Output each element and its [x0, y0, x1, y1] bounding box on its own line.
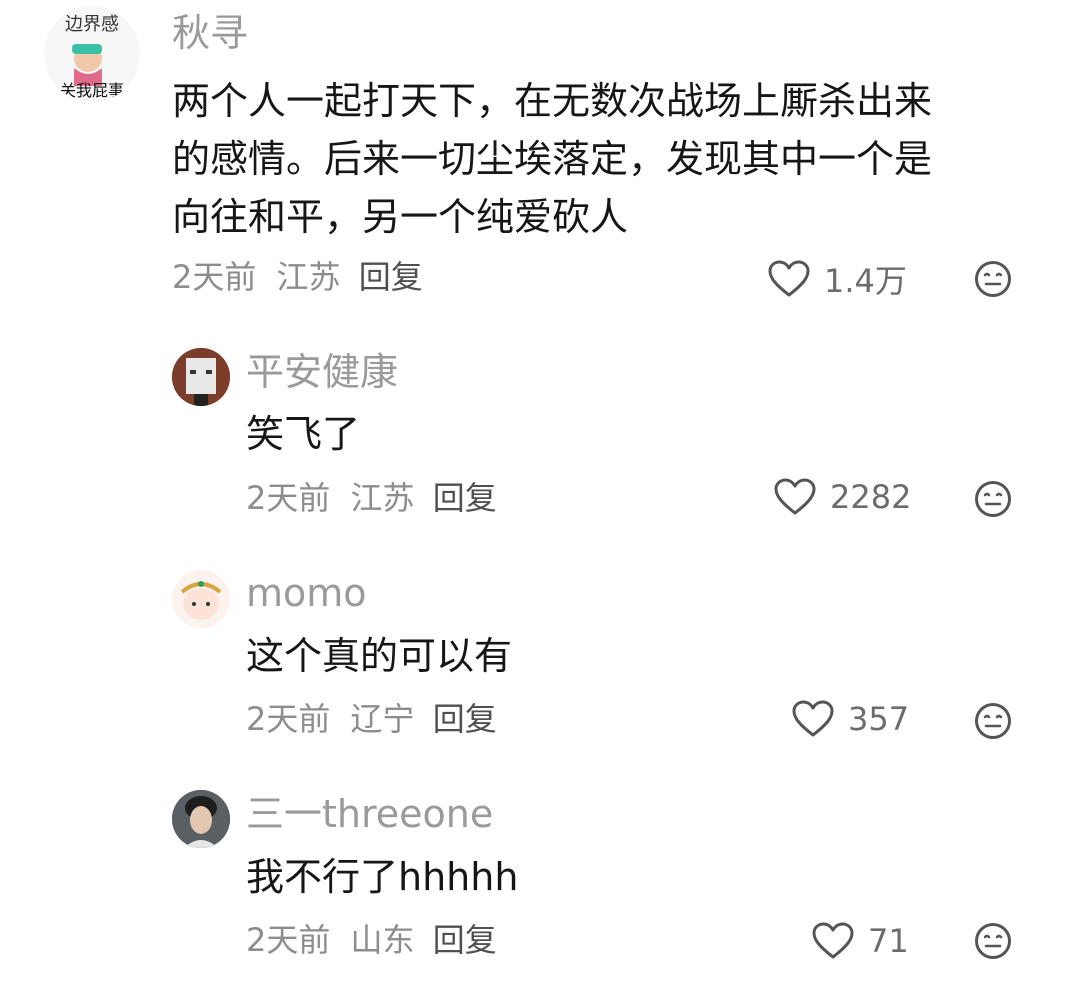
like-count: 1.4万: [824, 262, 907, 300]
avatar-text-top: 边界感: [65, 14, 119, 35]
like-button[interactable]: 1.4万: [768, 256, 907, 302]
comment-location: 辽宁: [350, 700, 415, 738]
like-count: 2282: [830, 478, 912, 516]
comment-text: 两个人一起打天下，在无数次战场上厮杀出来 的感情。后来一切尘埃落定，发现其中一个…: [172, 72, 932, 246]
avatar[interactable]: 边界感 关我屁事: [44, 6, 140, 102]
comment-line: 两个人一起打天下，在无数次战场上厮杀出来: [172, 79, 933, 123]
avatar[interactable]: [172, 348, 230, 406]
like-button[interactable]: 357: [792, 700, 909, 738]
avatar-image: [172, 348, 230, 406]
neutral-face-icon: [975, 923, 1011, 959]
comment-meta: 2天前 江苏 回复: [246, 478, 497, 518]
avatar-image: [172, 570, 230, 628]
like-count: 357: [848, 700, 910, 738]
dislike-button[interactable]: [974, 922, 1012, 964]
comment-time: 2天前: [246, 700, 331, 738]
comment-meta: 2天前 山东 回复: [246, 920, 497, 960]
username[interactable]: momo: [246, 570, 367, 616]
comment-meta: 2天前 江苏 回复: [172, 257, 423, 297]
reply-button[interactable]: 回复: [433, 921, 497, 959]
comment-line: 向往和平，另一个纯爱砍人: [172, 195, 629, 239]
neutral-face-icon: [975, 261, 1011, 297]
avatar[interactable]: [172, 570, 230, 628]
username[interactable]: 三一threeone: [246, 791, 493, 837]
avatar-text-bottom: 关我屁事: [60, 81, 124, 100]
dislike-button[interactable]: [974, 480, 1012, 522]
comment-time: 2天前: [246, 479, 331, 517]
comment-text: 笑飞了: [246, 412, 361, 456]
like-button[interactable]: 2282: [774, 478, 911, 516]
heart-outline-icon: [774, 478, 816, 515]
comment-time: 2天前: [246, 921, 331, 959]
comment-location: 江苏: [276, 258, 341, 296]
reply-item: 平安健康 笑飞了 2天前 江苏 回复 2282: [0, 340, 1079, 540]
heart-outline-icon: [812, 922, 854, 959]
reply-item: 三一threeone 我不行了hhhhh 2天前 山东 回复 71: [0, 784, 1079, 984]
avatar-image: 边界感 关我屁事: [44, 6, 140, 102]
dislike-button[interactable]: [974, 260, 1012, 302]
neutral-face-icon: [975, 703, 1011, 739]
comment-location: 山东: [350, 921, 415, 959]
comment-line: 的感情。后来一切尘埃落定，发现其中一个是: [172, 137, 933, 181]
dislike-button[interactable]: [974, 702, 1012, 744]
avatar[interactable]: [172, 790, 230, 848]
username[interactable]: 秋寻: [172, 10, 248, 56]
username[interactable]: 平安健康: [246, 349, 398, 395]
avatar-image: [172, 790, 230, 848]
comment-time: 2天前: [172, 258, 257, 296]
reply-button[interactable]: 回复: [359, 258, 423, 296]
reply-item: momo 这个真的可以有 2天前 辽宁 回复 357: [0, 562, 1079, 762]
heart-outline-icon: [792, 700, 834, 737]
comment-location: 江苏: [350, 479, 415, 517]
neutral-face-icon: [975, 481, 1011, 517]
comment-main: 边界感 关我屁事 秋寻 两个人一起打天下，在无数次战场上厮杀出来 的感情。后来一…: [0, 0, 1079, 310]
comment-meta: 2天前 辽宁 回复: [246, 699, 497, 739]
comment-text: 这个真的可以有: [246, 634, 513, 678]
reply-button[interactable]: 回复: [433, 700, 497, 738]
like-button[interactable]: 71: [812, 922, 909, 960]
reply-button[interactable]: 回复: [433, 479, 497, 517]
heart-outline-icon: [768, 260, 810, 297]
comment-text: 我不行了hhhhh: [246, 855, 519, 899]
like-count: 71: [868, 922, 909, 960]
